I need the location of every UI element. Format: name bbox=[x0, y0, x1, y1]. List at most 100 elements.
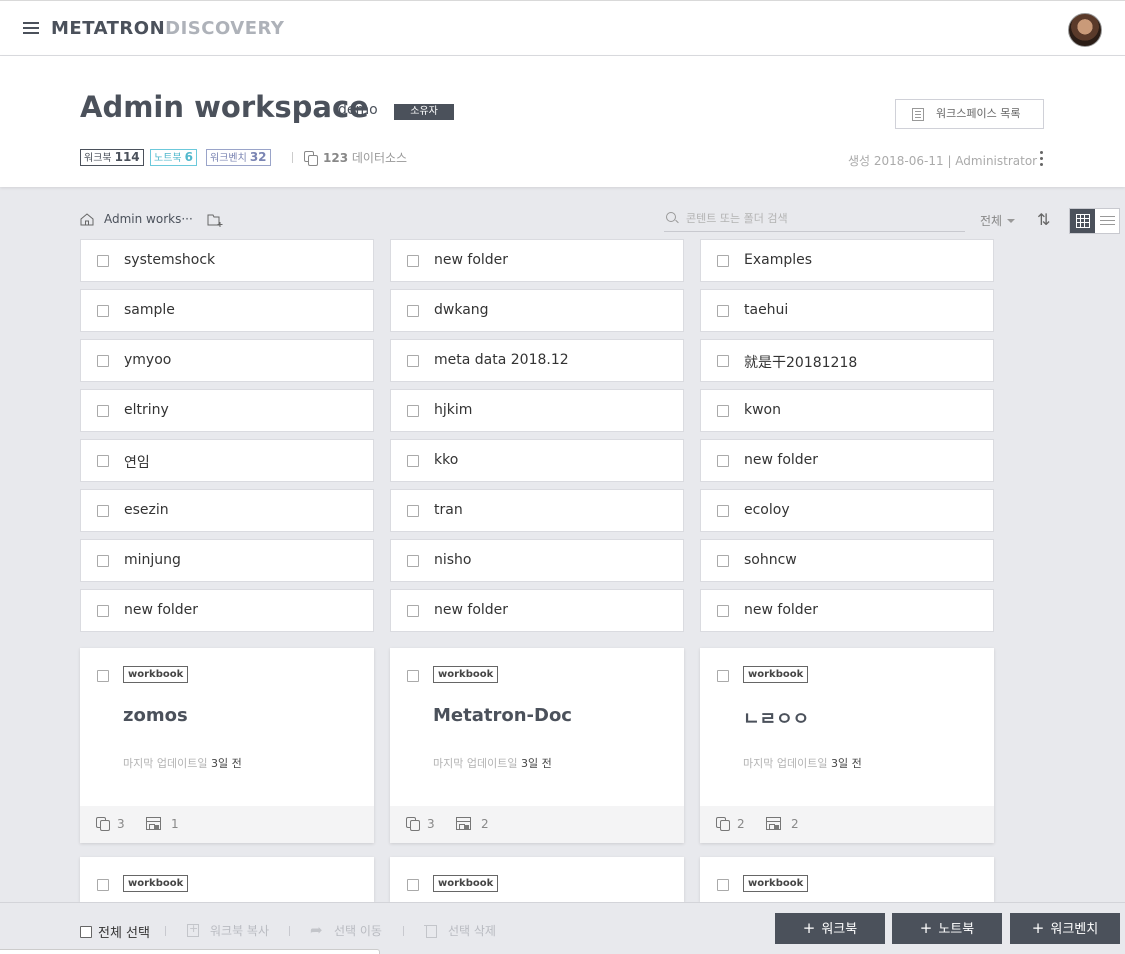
folder-checkbox[interactable] bbox=[97, 455, 109, 467]
delete-selected-button[interactable]: 선택 삭제 bbox=[424, 922, 496, 939]
workbook-checkbox[interactable] bbox=[97, 879, 109, 891]
updated-label: 마지막 업데이트일 bbox=[123, 757, 208, 770]
dashboard-count: 2 bbox=[481, 817, 489, 831]
folder-checkbox[interactable] bbox=[717, 505, 729, 517]
folder-checkbox[interactable] bbox=[97, 305, 109, 317]
user-avatar[interactable] bbox=[1068, 13, 1102, 47]
folder-item[interactable]: kwon bbox=[700, 389, 994, 432]
sort-icon[interactable]: ⇅ bbox=[1037, 210, 1055, 229]
folder-name: eltriny bbox=[124, 402, 169, 418]
create-notebook-label: 노트북 bbox=[938, 922, 975, 937]
folder-item[interactable]: nisho bbox=[390, 539, 684, 582]
folder-item[interactable]: taehui bbox=[700, 289, 994, 332]
datasource-count-label: 데이터소스 bbox=[351, 151, 408, 165]
workbook-checkbox[interactable] bbox=[717, 879, 729, 891]
folder-item[interactable]: systemshock bbox=[80, 239, 374, 282]
folder-checkbox[interactable] bbox=[407, 505, 419, 517]
folder-item[interactable]: new folder bbox=[80, 589, 374, 632]
hamburger-menu-icon[interactable] bbox=[23, 22, 39, 35]
create-workbook-button[interactable]: + 워크북 bbox=[775, 913, 885, 944]
folder-item[interactable]: new folder bbox=[700, 589, 994, 632]
move-selected-button[interactable]: 선택 이동 bbox=[310, 921, 382, 939]
folder-checkbox[interactable] bbox=[97, 605, 109, 617]
chevron-down-icon bbox=[1007, 219, 1016, 223]
workspace-list-button[interactable]: 워크스페이스 목록 bbox=[895, 99, 1044, 129]
folder-item[interactable]: new folder bbox=[700, 439, 994, 482]
grid-view-icon[interactable] bbox=[1070, 209, 1095, 233]
workbook-card[interactable]: workbook bbox=[390, 857, 684, 902]
folder-checkbox[interactable] bbox=[717, 355, 729, 367]
folder-checkbox[interactable] bbox=[717, 555, 729, 567]
folder-checkbox[interactable] bbox=[97, 405, 109, 417]
folder-item[interactable]: 연임 bbox=[80, 439, 374, 482]
workbook-card[interactable]: workbook Metatron-Doc 마지막 업데이트일 3일 전32 bbox=[390, 648, 684, 843]
folder-checkbox[interactable] bbox=[97, 355, 109, 367]
folder-checkbox[interactable] bbox=[407, 405, 419, 417]
workbook-checkbox[interactable] bbox=[407, 670, 419, 682]
folder-item[interactable]: ymyoo bbox=[80, 339, 374, 382]
workbook-name: ㄴㄹㅇㅇ bbox=[743, 709, 810, 730]
folder-item[interactable]: eltriny bbox=[80, 389, 374, 432]
header-divider bbox=[292, 152, 293, 163]
folder-item[interactable]: 就是干20181218 bbox=[700, 339, 994, 382]
folder-checkbox[interactable] bbox=[717, 305, 729, 317]
folder-item[interactable]: minjung bbox=[80, 539, 374, 582]
workbench-count-label: 워크벤치 bbox=[210, 153, 247, 164]
folder-checkbox[interactable] bbox=[97, 255, 109, 267]
type-filter-dropdown[interactable]: 전체 bbox=[980, 212, 1016, 229]
folder-checkbox[interactable] bbox=[717, 405, 729, 417]
workbook-checkbox[interactable] bbox=[97, 670, 109, 682]
move-selected-label: 선택 이동 bbox=[334, 924, 382, 938]
folder-checkbox[interactable] bbox=[407, 305, 419, 317]
folder-checkbox[interactable] bbox=[717, 605, 729, 617]
select-all-checkbox[interactable]: 전체 선택 bbox=[80, 922, 150, 941]
dashboard-icon bbox=[766, 817, 781, 830]
create-workbench-button[interactable]: + 워크벤치 bbox=[1010, 913, 1120, 944]
folder-item[interactable]: kko bbox=[390, 439, 684, 482]
breadcrumb[interactable]: Admin works··· bbox=[104, 212, 193, 226]
checkbox[interactable] bbox=[80, 926, 92, 938]
folder-checkbox[interactable] bbox=[717, 455, 729, 467]
home-icon[interactable] bbox=[80, 213, 94, 226]
new-folder-icon[interactable] bbox=[207, 213, 223, 227]
copy-workbook-button[interactable]: 워크북 복사 bbox=[186, 922, 269, 939]
search-input[interactable] bbox=[686, 206, 961, 230]
folder-item[interactable]: sample bbox=[80, 289, 374, 332]
datasource-count: 2 bbox=[737, 817, 745, 831]
workspace-list-label: 워크스페이스 목록 bbox=[936, 107, 1021, 120]
app-logo[interactable]: METATRONDISCOVERY bbox=[51, 18, 284, 39]
folder-item[interactable]: new folder bbox=[390, 589, 684, 632]
folder-item[interactable]: dwkang bbox=[390, 289, 684, 332]
workbook-updated: 마지막 업데이트일 3일 전 bbox=[433, 755, 552, 771]
folder-checkbox[interactable] bbox=[717, 255, 729, 267]
folder-checkbox[interactable] bbox=[407, 555, 419, 567]
search-box bbox=[664, 206, 965, 232]
folder-item[interactable]: esezin bbox=[80, 489, 374, 532]
folder-checkbox[interactable] bbox=[407, 255, 419, 267]
workbook-card[interactable]: workbook ㄴㄹㅇㅇ 마지막 업데이트일 3일 전22 bbox=[700, 648, 994, 843]
workbook-checkbox[interactable] bbox=[717, 670, 729, 682]
folder-checkbox[interactable] bbox=[407, 355, 419, 367]
folder-checkbox[interactable] bbox=[407, 455, 419, 467]
folder-item[interactable]: hjkim bbox=[390, 389, 684, 432]
plus-icon: + bbox=[1031, 919, 1045, 937]
folder-item[interactable]: ecoloy bbox=[700, 489, 994, 532]
folder-checkbox[interactable] bbox=[97, 505, 109, 517]
create-notebook-button[interactable]: + 노트북 bbox=[892, 913, 1002, 944]
folder-item[interactable]: tran bbox=[390, 489, 684, 532]
move-icon bbox=[310, 921, 324, 939]
workbook-card[interactable]: workbook zomos 마지막 업데이트일 3일 전31 bbox=[80, 648, 374, 843]
folder-item[interactable]: new folder bbox=[390, 239, 684, 282]
create-workbench-label: 워크벤치 bbox=[1050, 922, 1099, 937]
folder-item[interactable]: meta data 2018.12 bbox=[390, 339, 684, 382]
workbook-checkbox[interactable] bbox=[407, 879, 419, 891]
folder-item[interactable]: Examples bbox=[700, 239, 994, 282]
folder-name: systemshock bbox=[124, 252, 216, 268]
list-view-icon[interactable] bbox=[1095, 209, 1120, 233]
workbook-card[interactable]: workbook bbox=[700, 857, 994, 902]
workbook-card[interactable]: workbook bbox=[80, 857, 374, 902]
folder-item[interactable]: sohncw bbox=[700, 539, 994, 582]
folder-checkbox[interactable] bbox=[407, 605, 419, 617]
more-options-icon[interactable] bbox=[1040, 151, 1044, 167]
folder-checkbox[interactable] bbox=[97, 555, 109, 567]
